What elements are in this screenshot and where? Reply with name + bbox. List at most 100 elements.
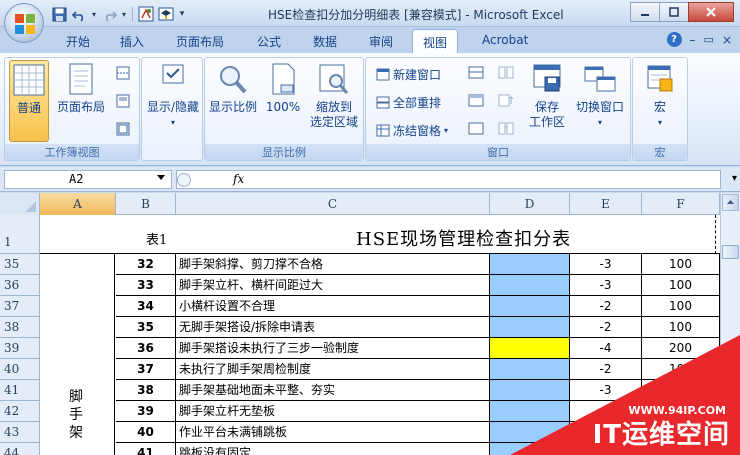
split-icon[interactable]: [468, 66, 484, 82]
office-button[interactable]: [4, 3, 44, 43]
tab-view[interactable]: 视图: [412, 29, 459, 55]
item-number-cell[interactable]: 38: [116, 380, 176, 401]
deduction-input-cell[interactable]: [490, 275, 570, 296]
ribbon-close-icon[interactable]: ×: [722, 33, 732, 47]
score-cell[interactable]: -2: [570, 296, 642, 317]
check-item-cell[interactable]: 作业平台未满铺跳板: [176, 422, 490, 443]
tab-data[interactable]: 数据: [313, 33, 337, 50]
score-cell[interactable]: -3: [570, 380, 642, 401]
total-cell[interactable]: 100: [642, 254, 720, 275]
item-number-cell[interactable]: 36: [116, 338, 176, 359]
item-number-cell[interactable]: 37: [116, 359, 176, 380]
insert-function-icon[interactable]: fx: [233, 172, 244, 186]
row-header[interactable]: 43: [0, 422, 40, 443]
item-number-cell[interactable]: 41: [116, 443, 176, 455]
ribbon-restore-icon[interactable]: ▭: [704, 33, 714, 46]
reset-window-position-icon[interactable]: [498, 122, 514, 138]
deduction-input-cell[interactable]: [490, 380, 570, 401]
deduction-input-cell[interactable]: [490, 254, 570, 275]
item-number-cell[interactable]: 32: [116, 254, 176, 275]
arrange-all-button[interactable]: 全部重排: [376, 94, 441, 111]
total-cell[interactable]: 100: [642, 359, 720, 380]
name-box[interactable]: A2: [4, 170, 172, 189]
check-item-cell[interactable]: 小横杆设置不合理: [176, 296, 490, 317]
scrollbar-thumb[interactable]: [722, 245, 739, 259]
total-cell[interactable]: [642, 422, 720, 443]
item-number-cell[interactable]: 33: [116, 275, 176, 296]
item-number-cell[interactable]: 35: [116, 317, 176, 338]
score-cell[interactable]: [570, 401, 642, 422]
total-cell[interactable]: [642, 380, 720, 401]
scroll-up-button[interactable]: [722, 194, 739, 211]
row-header[interactable]: 41: [0, 380, 40, 401]
freeze-panes-button[interactable]: 冻结窗格 ▾: [376, 122, 448, 139]
row-header[interactable]: 36: [0, 275, 40, 296]
undo-icon[interactable]: [70, 5, 88, 23]
switch-windows-button[interactable]: 切换窗口 ▾: [571, 60, 629, 142]
worksheet-grid[interactable]: 1 表1 HSE现场管理检查扣分表 35 32 脚手架斜撑、剪刀撑不合格 -3 100 3…: [0, 215, 720, 455]
new-window-button[interactable]: 新建窗口: [376, 66, 441, 83]
custom-views-icon[interactable]: [116, 94, 130, 111]
formula-input[interactable]: fx: [176, 170, 721, 189]
redo-icon[interactable]: [100, 5, 118, 23]
save-icon[interactable]: [50, 5, 68, 23]
undo-dropdown-icon[interactable]: ▾: [90, 5, 98, 23]
row-header[interactable]: 39: [0, 338, 40, 359]
tab-review[interactable]: 审阅: [369, 33, 393, 50]
check-item-cell[interactable]: 脚手架斜撑、剪刀撑不合格: [176, 254, 490, 275]
page-break-preview-icon[interactable]: [116, 66, 130, 83]
tab-insert[interactable]: 插入: [120, 33, 144, 50]
redo-dropdown-icon[interactable]: ▾: [120, 5, 128, 23]
check-item-cell[interactable]: 脚手架基础地面未平整、夯实: [176, 380, 490, 401]
deduction-input-cell[interactable]: [490, 401, 570, 422]
check-item-cell[interactable]: 脚手架立杆无垫板: [176, 401, 490, 422]
help-icon[interactable]: ?: [666, 32, 682, 47]
restore-button[interactable]: [659, 2, 689, 22]
deduction-input-cell[interactable]: [490, 317, 570, 338]
item-number-cell[interactable]: 39: [116, 401, 176, 422]
deduction-input-cell[interactable]: [490, 296, 570, 317]
synchronous-scrolling-icon[interactable]: [498, 94, 514, 110]
normal-view-button[interactable]: 普通: [9, 60, 49, 142]
row-header[interactable]: 1: [0, 215, 40, 254]
score-cell[interactable]: -3: [570, 254, 642, 275]
column-header-b[interactable]: B: [116, 193, 176, 215]
tab-page-layout[interactable]: 页面布局: [176, 33, 224, 50]
macros-button[interactable]: 宏 ▾: [637, 60, 683, 142]
view-side-by-side-icon[interactable]: [498, 66, 514, 82]
name-box-dropdown-icon[interactable]: [157, 175, 165, 180]
check-item-cell[interactable]: 无脚手架搭设/拆除申请表: [176, 317, 490, 338]
total-cell[interactable]: 100: [642, 275, 720, 296]
save-workspace-button[interactable]: 保存 工作区: [526, 60, 568, 142]
expand-formula-bar-icon[interactable]: ▾: [732, 173, 737, 184]
check-item-cell[interactable]: 脚手架搭设未执行了三步一验制度: [176, 338, 490, 359]
deduction-input-cell[interactable]: [490, 422, 570, 443]
column-header-c[interactable]: C: [176, 193, 490, 215]
check-item-cell[interactable]: 未执行了脚手架周检制度: [176, 359, 490, 380]
total-cell[interactable]: 100: [642, 317, 720, 338]
score-cell[interactable]: [570, 422, 642, 443]
row-header[interactable]: 38: [0, 317, 40, 338]
score-cell[interactable]: -4: [570, 338, 642, 359]
graduation-cap-icon[interactable]: [157, 5, 175, 23]
zoom-100-button[interactable]: 100%: [264, 60, 302, 142]
column-header-a[interactable]: A: [40, 193, 116, 215]
zoom-button[interactable]: 显示比例: [208, 60, 258, 142]
score-cell[interactable]: -3: [570, 275, 642, 296]
tab-home[interactable]: 开始: [66, 33, 90, 50]
show-hide-button[interactable]: 显示/隐藏 ▾: [144, 60, 202, 142]
category-cell[interactable]: 脚手架: [40, 254, 115, 455]
total-cell[interactable]: 200: [642, 338, 720, 359]
score-cell[interactable]: [570, 443, 642, 455]
score-cell[interactable]: -2: [570, 359, 642, 380]
tab-acrobat[interactable]: Acrobat: [482, 33, 528, 47]
full-screen-icon[interactable]: [116, 122, 130, 139]
total-cell[interactable]: 100: [642, 296, 720, 317]
vertical-scrollbar[interactable]: [720, 193, 740, 455]
score-cell[interactable]: -2: [570, 317, 642, 338]
item-number-cell[interactable]: 34: [116, 296, 176, 317]
page-layout-view-button[interactable]: 页面布局: [55, 60, 107, 142]
check-item-cell[interactable]: 跳板没有固定: [176, 443, 490, 455]
item-number-cell[interactable]: 40: [116, 422, 176, 443]
format-painter-icon[interactable]: [137, 5, 155, 23]
